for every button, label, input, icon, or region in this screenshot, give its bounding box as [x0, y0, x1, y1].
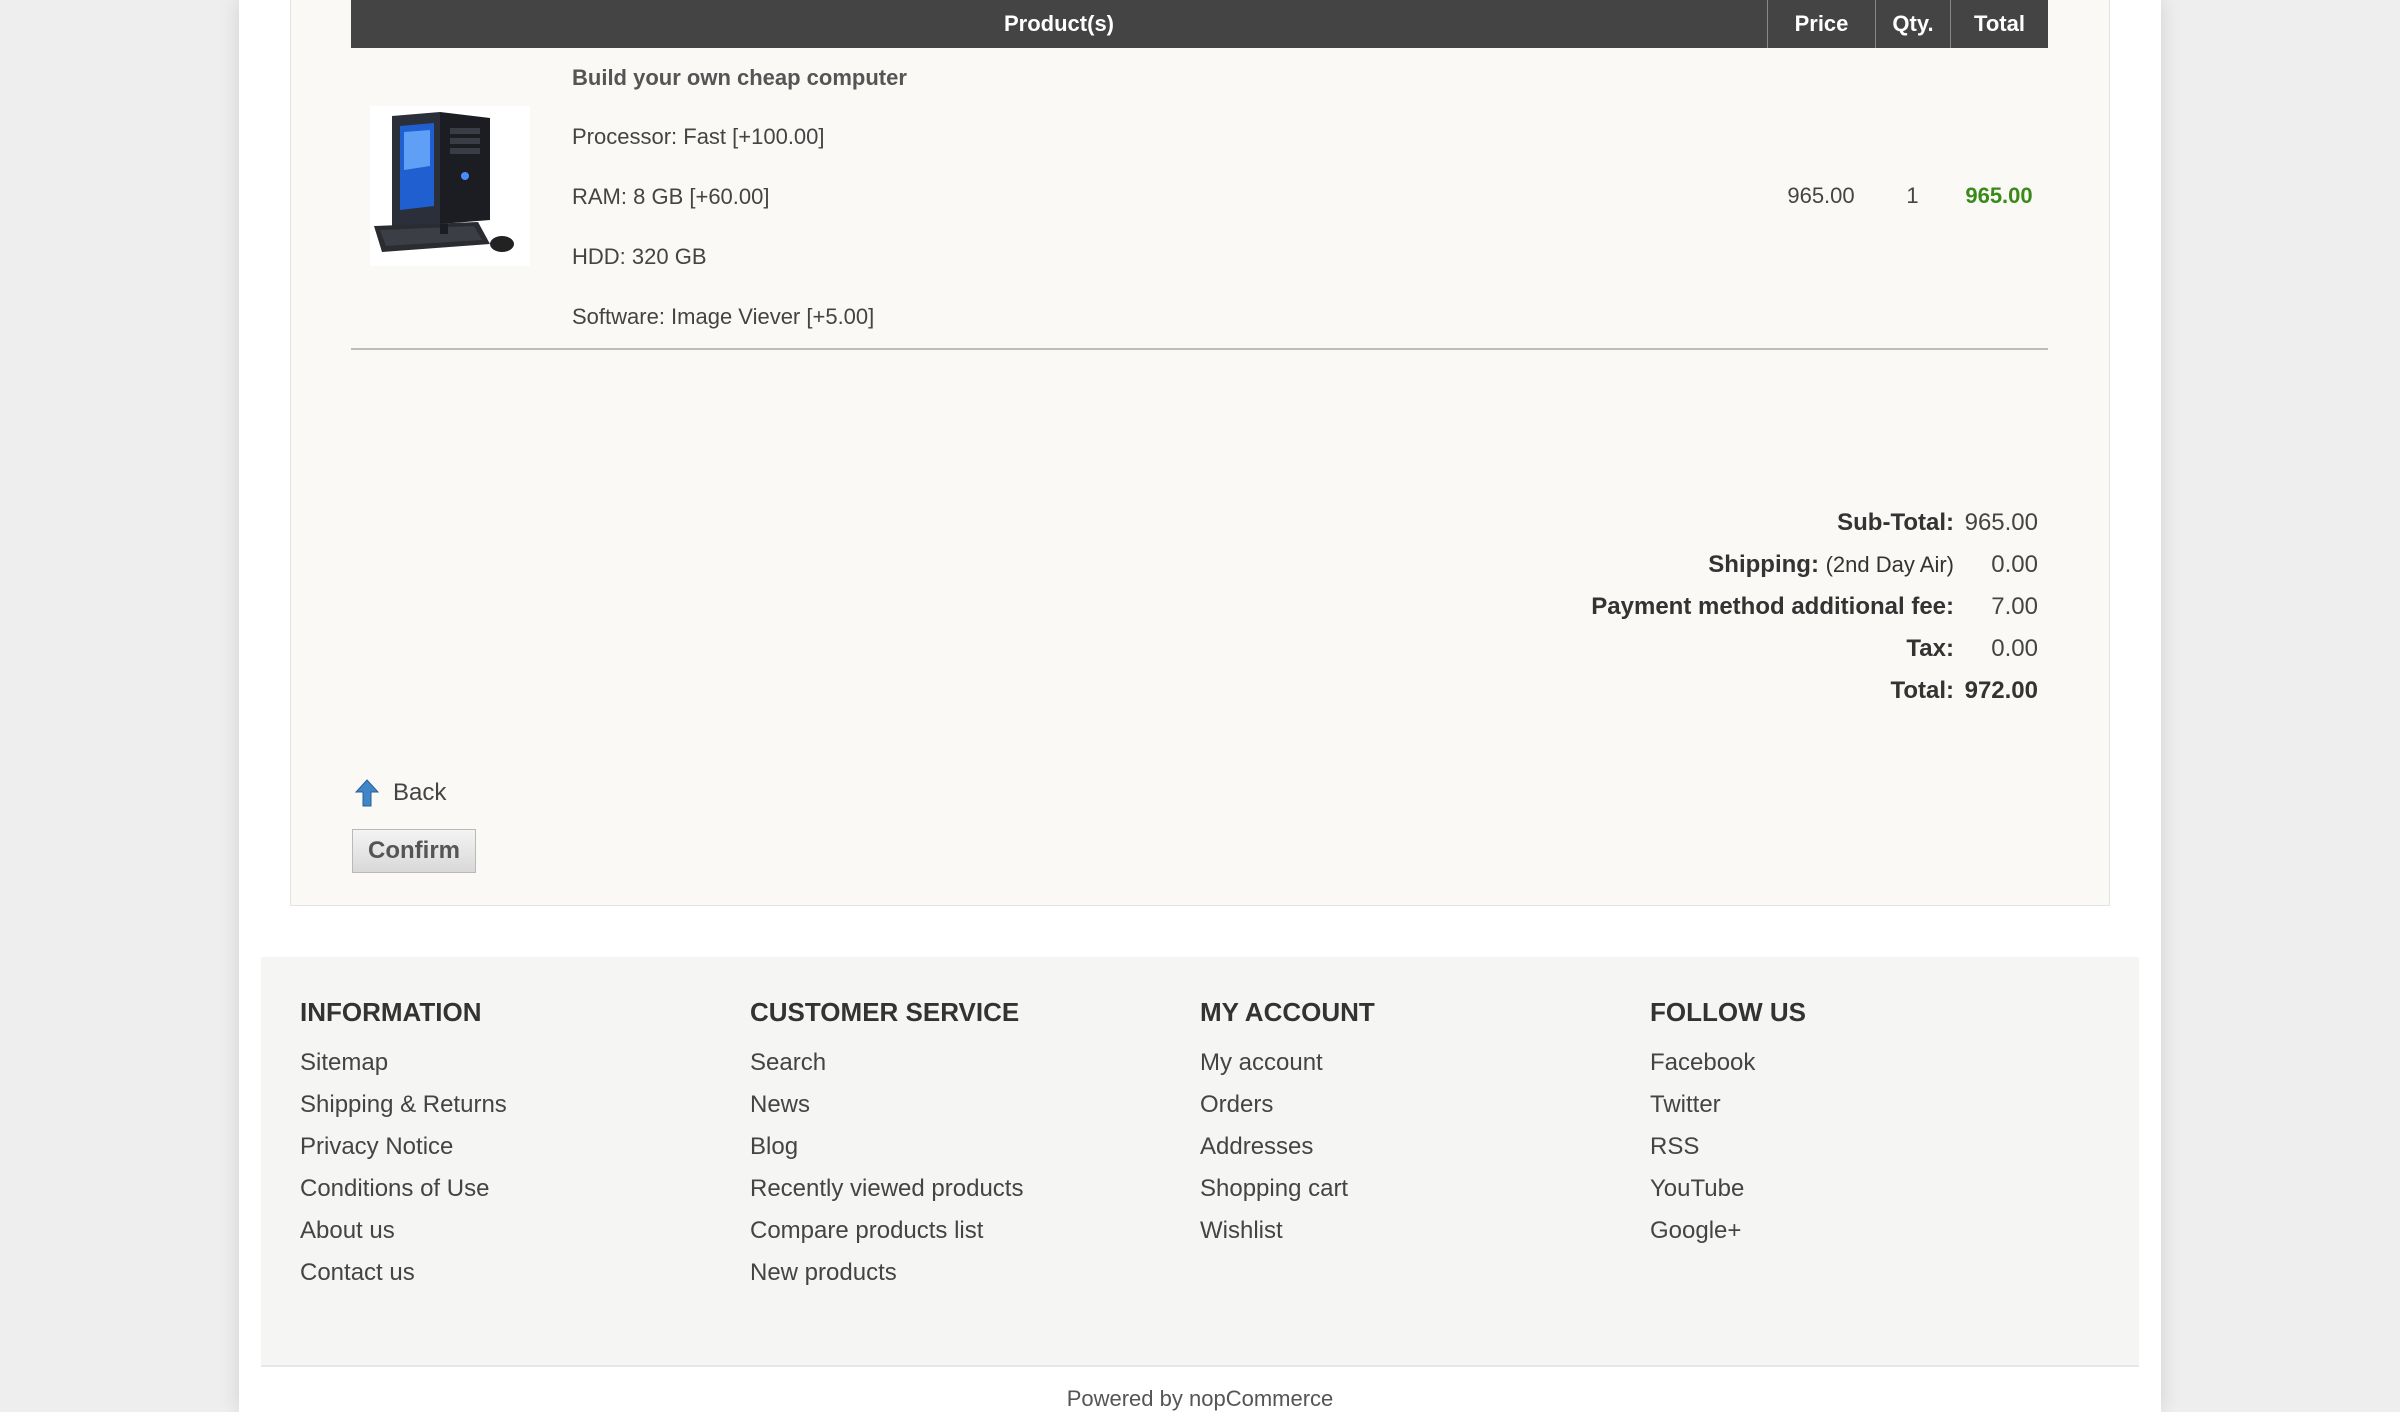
footer-column-title: INFORMATION — [300, 997, 482, 1027]
footer-link-orders[interactable]: Orders — [1200, 1090, 1375, 1132]
attribute-processor: Processor: Fast [+100.00] — [572, 124, 825, 149]
payment-fee-row: Payment method additional fee: 7.00 — [1591, 586, 2038, 628]
footer-link-conditions-of-use[interactable]: Conditions of Use — [300, 1174, 507, 1216]
footer-link-youtube[interactable]: YouTube — [1650, 1174, 1806, 1216]
footer-column-title: CUSTOMER SERVICE — [750, 997, 1020, 1027]
confirm-button[interactable]: Confirm — [352, 829, 476, 873]
attribute-hdd: HDD: 320 GB — [572, 244, 707, 269]
order-total-label: Total: — [1890, 677, 1954, 704]
footer-link-about-us[interactable]: About us — [300, 1216, 507, 1258]
footer-link-blog[interactable]: Blog — [750, 1132, 1023, 1174]
header-price: Price — [1767, 0, 1875, 48]
header-qty: Qty. — [1875, 0, 1950, 48]
up-arrow-icon — [354, 779, 380, 807]
footer-link-news[interactable]: News — [750, 1090, 1023, 1132]
cart-table-header: Product(s) Price Qty. Total — [351, 0, 2048, 48]
footer-link-my-account[interactable]: My account — [1200, 1048, 1375, 1090]
footer-column-follow-us: FOLLOW US Facebook Twitter RSS YouTube G… — [1650, 997, 1806, 1258]
shipping-label: Shipping: — [1708, 551, 1819, 578]
order-totals: Sub-Total: 965.00 Shipping: (2nd Day Air… — [1591, 502, 2038, 712]
shipping-value: 0.00 — [1991, 551, 2038, 578]
subtotal-row: Sub-Total: 965.00 — [1591, 502, 2038, 544]
powered-by: Powered by nopCommerce — [1066, 1386, 1334, 1411]
footer-link-sitemap[interactable]: Sitemap — [300, 1048, 507, 1090]
tax-value: 0.00 — [1991, 635, 2038, 662]
desktop-computer-image — [370, 106, 530, 266]
back-link[interactable]: Back — [354, 779, 447, 807]
payment-fee-label: Payment method additional fee: — [1591, 593, 1954, 620]
footer-link-google-plus[interactable]: Google+ — [1650, 1216, 1806, 1258]
subtotal-value: 965.00 — [1964, 509, 2038, 536]
payment-fee-value: 7.00 — [1991, 593, 2038, 620]
order-total-row: Total: 972.00 — [1591, 670, 2038, 712]
header-product: Product(s) — [1004, 11, 1114, 36]
footer-link-search[interactable]: Search — [750, 1048, 1023, 1090]
tax-row: Tax: 0.00 — [1591, 628, 2038, 670]
footer-link-shopping-cart[interactable]: Shopping cart — [1200, 1174, 1375, 1216]
product-picture[interactable] — [370, 106, 530, 266]
footer-link-contact-us[interactable]: Contact us — [300, 1258, 507, 1300]
footer-column-information: INFORMATION Sitemap Shipping & Returns P… — [300, 997, 507, 1300]
shipping-method: (2nd Day Air) — [1825, 552, 1954, 577]
footer-column-my-account: MY ACCOUNT My account Orders Addresses S… — [1200, 997, 1375, 1258]
footer-link-recently-viewed[interactable]: Recently viewed products — [750, 1174, 1023, 1216]
footer-link-addresses[interactable]: Addresses — [1200, 1132, 1375, 1174]
footer-column-customer-service: CUSTOMER SERVICE Search News Blog Recent… — [750, 997, 1023, 1300]
footer-column-title: FOLLOW US — [1650, 997, 1806, 1027]
back-label: Back — [393, 779, 447, 806]
subtotal-label: Sub-Total: — [1837, 509, 1954, 536]
table-row: Build your own cheap computer Processor:… — [351, 48, 2048, 350]
footer-link-facebook[interactable]: Facebook — [1650, 1048, 1806, 1090]
attribute-ram: RAM: 8 GB [+60.00] — [572, 184, 770, 209]
footer-link-wishlist[interactable]: Wishlist — [1200, 1216, 1375, 1258]
cart-table: Product(s) Price Qty. Total — [351, 0, 2048, 48]
footer-column-title: MY ACCOUNT — [1200, 997, 1375, 1027]
tax-label: Tax: — [1906, 635, 1954, 662]
footer-link-compare-products[interactable]: Compare products list — [750, 1216, 1023, 1258]
order-total-value: 972.00 — [1964, 677, 2038, 704]
quantity: 1 — [1906, 183, 1919, 208]
footer-link-twitter[interactable]: Twitter — [1650, 1090, 1806, 1132]
footer-link-rss[interactable]: RSS — [1650, 1132, 1806, 1174]
attribute-software: Software: Image Viever [+5.00] — [572, 304, 875, 329]
header-total: Total — [1950, 0, 2048, 48]
footer: INFORMATION Sitemap Shipping & Returns P… — [261, 957, 2139, 1367]
shipping-label-group: Shipping: (2nd Day Air) — [1708, 551, 1954, 579]
footer-link-shipping-returns[interactable]: Shipping & Returns — [300, 1090, 507, 1132]
footer-link-new-products[interactable]: New products — [750, 1258, 1023, 1300]
row-subtotal: 965.00 — [1965, 183, 2033, 208]
unit-price: 965.00 — [1787, 183, 1855, 208]
shipping-row: Shipping: (2nd Day Air) 0.00 — [1591, 544, 2038, 586]
footer-link-privacy-notice[interactable]: Privacy Notice — [300, 1132, 507, 1174]
product-name-link[interactable]: Build your own cheap computer — [572, 65, 907, 91]
